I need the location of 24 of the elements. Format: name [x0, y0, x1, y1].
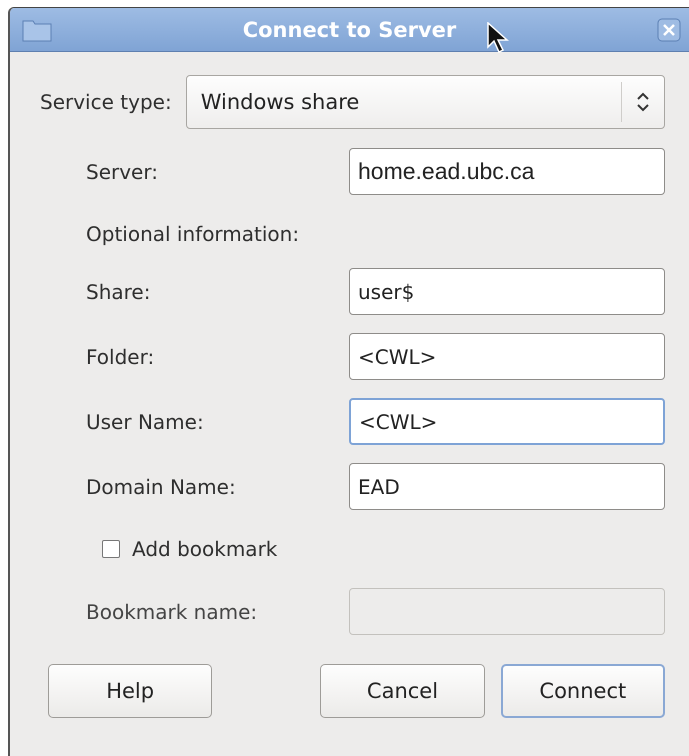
close-icon[interactable]: [657, 18, 681, 42]
up-down-icon: [636, 91, 650, 113]
field-label: Folder:: [86, 344, 154, 368]
field-label: User Name:: [86, 410, 204, 434]
window-title: Connect to Server: [242, 18, 456, 42]
dialog-button[interactable]: Help: [48, 664, 212, 718]
field-label: Service type:: [40, 90, 172, 114]
field-label: Share:: [86, 280, 150, 304]
field-label: Server:: [86, 160, 158, 184]
folder-icon: [22, 18, 52, 42]
text-field[interactable]: <CWL>: [349, 333, 665, 380]
dialog-button[interactable]: Connect: [500, 664, 665, 718]
checkbox[interactable]: [102, 540, 120, 558]
mouse-cursor-icon: [487, 22, 509, 54]
field-label: Domain Name:: [86, 474, 236, 498]
dialog-button[interactable]: Cancel: [320, 664, 485, 718]
section-heading: Optional information:: [86, 222, 300, 246]
text-field[interactable]: <CWL>: [349, 398, 665, 445]
server-field[interactable]: home.ead.ubc.ca: [349, 148, 665, 195]
checkbox-label: Add bookmark: [132, 537, 278, 561]
text-field[interactable]: user$: [349, 268, 665, 315]
text-field[interactable]: EAD: [349, 463, 665, 510]
service-type-dropdown[interactable]: Windows share: [186, 75, 665, 129]
field-label: Bookmark name:: [86, 600, 258, 624]
